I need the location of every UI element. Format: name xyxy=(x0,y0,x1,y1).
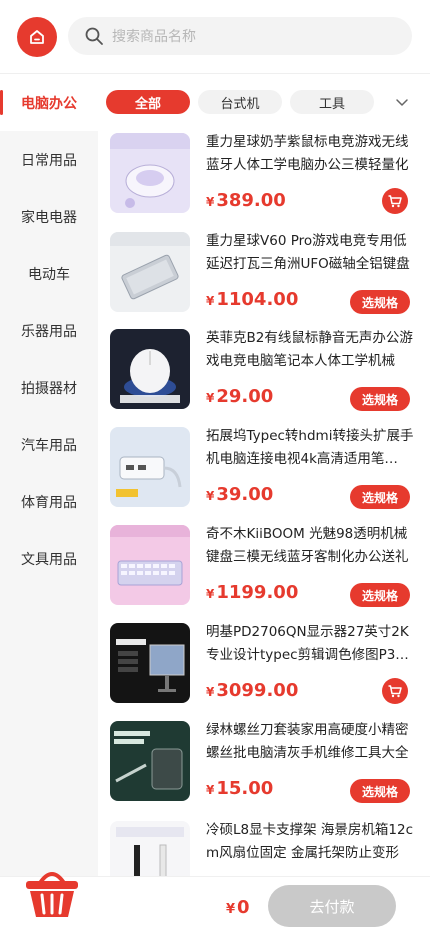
sidebar-item-computer-office[interactable]: 电脑办公 xyxy=(0,74,98,131)
home-icon xyxy=(30,30,44,44)
product-name: 重力星球V60 Pro游戏电竞专用低延迟打瓦三角洲UFO磁轴全铝键盘 xyxy=(206,233,410,272)
product-image xyxy=(110,623,190,703)
select-spec-button[interactable]: 选规格 xyxy=(350,290,410,314)
product-image xyxy=(110,525,190,605)
price-value: 15.00 xyxy=(216,778,274,799)
select-spec-button[interactable]: 选规格 xyxy=(350,485,410,509)
product-card[interactable]: 重力星球奶芋紫鼠标电竞游戏无线蓝牙人体工学电脑办公三模轻量化 ¥389.00 xyxy=(98,126,430,222)
basket-icon xyxy=(26,872,78,917)
product-image xyxy=(110,821,190,876)
sidebar-item-car-goods[interactable]: 汽车用品 xyxy=(0,416,98,473)
product-name: 英菲克B2有线鼠标静音无声办公游戏电竞电脑笔记本人体工学机械 xyxy=(206,330,413,369)
product-price: ¥29.00 xyxy=(206,384,273,411)
currency-symbol: ¥ xyxy=(206,685,215,699)
product-price: ¥389.00 xyxy=(206,188,286,215)
chevron-down-icon[interactable] xyxy=(394,94,410,110)
currency-symbol: ¥ xyxy=(206,294,215,308)
product-price: ¥1104.00 xyxy=(206,287,298,314)
product-card[interactable]: 奇不木KiiBOOM 光魅98透明机械键盘三模无线蓝牙客制化办公送礼 ¥1199… xyxy=(98,518,430,614)
currency-symbol: ¥ xyxy=(206,587,215,601)
search-bar[interactable]: 搜索商品名称 xyxy=(68,17,412,55)
price-value: 3099.00 xyxy=(216,680,299,701)
tab-desktop[interactable]: 台式机 xyxy=(198,90,282,114)
price-value: 389.00 xyxy=(216,190,286,211)
currency-symbol: ¥ xyxy=(206,489,215,503)
product-card[interactable]: 绿林螺丝刀套装家用高硬度小精密螺丝批电脑清灰手机维修工具大全 ¥15.00 选规… xyxy=(98,714,430,810)
product-image xyxy=(110,427,190,507)
product-price: ¥3099.00 xyxy=(206,678,298,705)
sidebar-item-e-bike[interactable]: 电动车 xyxy=(0,245,98,302)
product-name: 绿林螺丝刀套装家用高硬度小精密螺丝批电脑清灰手机维修工具大全 xyxy=(206,722,409,761)
product-card[interactable]: 重力星球V60 Pro游戏电竞专用低延迟打瓦三角洲UFO磁轴全铝键盘 ¥1104… xyxy=(98,225,430,321)
sidebar-item-instruments[interactable]: 乐器用品 xyxy=(0,302,98,359)
currency-symbol: ¥ xyxy=(206,391,215,405)
price-value: 1104.00 xyxy=(216,289,299,310)
product-card[interactable]: 明基PD2706QN显示器27英寸2K专业设计typec剪辑调色修图P3… ¥3… xyxy=(98,616,430,712)
cart-total: ¥0 xyxy=(226,897,250,918)
sidebar-item-stationery[interactable]: 文具用品 xyxy=(0,530,98,587)
product-name: 明基PD2706QN显示器27英寸2K专业设计typec剪辑调色修图P3… xyxy=(206,624,409,663)
product-card[interactable]: 冷硕L8显卡支撑架 海景房机箱12cm风扇位固定 金属托架防止变形 xyxy=(98,814,430,876)
product-list[interactable]: 重力星球奶芋紫鼠标电竞游戏无线蓝牙人体工学电脑办公三模轻量化 ¥389.00 重… xyxy=(98,126,430,876)
search-icon xyxy=(85,27,103,45)
search-placeholder: 搜索商品名称 xyxy=(112,29,196,45)
sidebar-item-daily-goods[interactable]: 日常用品 xyxy=(0,131,98,188)
header: 搜索商品名称 xyxy=(0,0,430,74)
product-price: ¥15.00 xyxy=(206,776,273,803)
category-sidebar: 电脑办公 日常用品 家电电器 电动车 乐器用品 拍摄器材 汽车用品 体育用品 文… xyxy=(0,74,98,876)
product-price: ¥1199.00 xyxy=(206,580,298,607)
product-image xyxy=(110,329,190,409)
product-image xyxy=(110,721,190,801)
sidebar-item-camera-gear[interactable]: 拍摄器材 xyxy=(0,359,98,416)
tab-all[interactable]: 全部 xyxy=(106,90,190,114)
cart-icon xyxy=(388,685,402,698)
price-value: 39.00 xyxy=(216,484,274,505)
subcategory-tabs: 全部 台式机 工具 xyxy=(98,74,430,126)
product-image xyxy=(110,133,190,213)
product-name: 冷硕L8显卡支撑架 海景房机箱12cm风扇位固定 金属托架防止变形 xyxy=(206,822,414,861)
price-value: 1199.00 xyxy=(216,582,299,603)
product-card[interactable]: 英菲克B2有线鼠标静音无声办公游戏电竞电脑笔记本人体工学机械 ¥29.00 选规… xyxy=(98,322,430,418)
currency-symbol: ¥ xyxy=(206,195,215,209)
tab-tools[interactable]: 工具 xyxy=(290,90,374,114)
add-to-cart-button[interactable] xyxy=(382,678,408,704)
product-image xyxy=(110,232,190,312)
checkout-button[interactable]: 去付款 xyxy=(268,885,396,927)
home-button[interactable] xyxy=(17,17,57,57)
price-value: 29.00 xyxy=(216,386,274,407)
product-name: 拓展坞Typec转hdmi转接头扩展手机电脑连接电视4k高清适用笔… xyxy=(206,428,414,467)
cart-basket-button[interactable] xyxy=(22,863,82,921)
select-spec-button[interactable]: 选规格 xyxy=(350,779,410,803)
product-name: 奇不木KiiBOOM 光魅98透明机械键盘三模无线蓝牙客制化办公送礼 xyxy=(206,526,409,565)
currency-symbol: ¥ xyxy=(206,783,215,797)
product-name: 重力星球奶芋紫鼠标电竞游戏无线蓝牙人体工学电脑办公三模轻量化 xyxy=(206,134,409,173)
currency-symbol: ¥ xyxy=(226,902,236,917)
sidebar-item-sports[interactable]: 体育用品 xyxy=(0,473,98,530)
product-price: ¥39.00 xyxy=(206,482,273,509)
cart-icon xyxy=(388,195,402,208)
select-spec-button[interactable]: 选规格 xyxy=(350,583,410,607)
sidebar-item-appliances[interactable]: 家电电器 xyxy=(0,188,98,245)
select-spec-button[interactable]: 选规格 xyxy=(350,387,410,411)
product-card[interactable]: 拓展坞Typec转hdmi转接头扩展手机电脑连接电视4k高清适用笔… ¥39.0… xyxy=(98,420,430,516)
total-value: 0 xyxy=(237,897,250,918)
add-to-cart-button[interactable] xyxy=(382,188,408,214)
checkout-bar: ¥0 去付款 xyxy=(0,872,430,932)
